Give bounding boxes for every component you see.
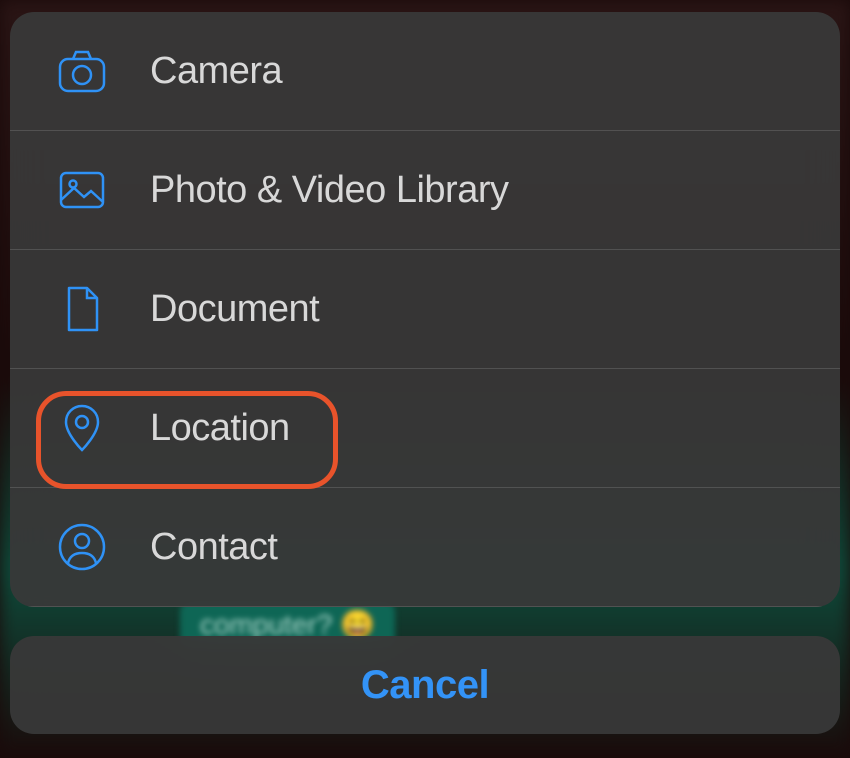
camera-icon [56, 45, 108, 97]
menu-item-camera[interactable]: Camera [10, 12, 840, 131]
menu-label: Document [150, 288, 319, 331]
cancel-button[interactable]: Cancel [10, 636, 840, 734]
location-pin-icon [56, 402, 108, 454]
menu-item-contact[interactable]: Contact [10, 488, 840, 607]
menu-label: Camera [150, 50, 282, 93]
menu-item-photo-video-library[interactable]: Photo & Video Library [10, 131, 840, 250]
contact-icon [56, 521, 108, 573]
cancel-label: Cancel [361, 663, 489, 708]
menu-label: Contact [150, 526, 277, 569]
menu-label: Photo & Video Library [150, 169, 508, 212]
menu-item-location[interactable]: Location [10, 369, 840, 488]
gallery-icon [56, 164, 108, 216]
menu-item-document[interactable]: Document [10, 250, 840, 369]
document-icon [56, 283, 108, 335]
menu-label: Location [150, 407, 290, 450]
attachment-action-sheet: Camera Photo & Video Library Document [10, 12, 840, 607]
